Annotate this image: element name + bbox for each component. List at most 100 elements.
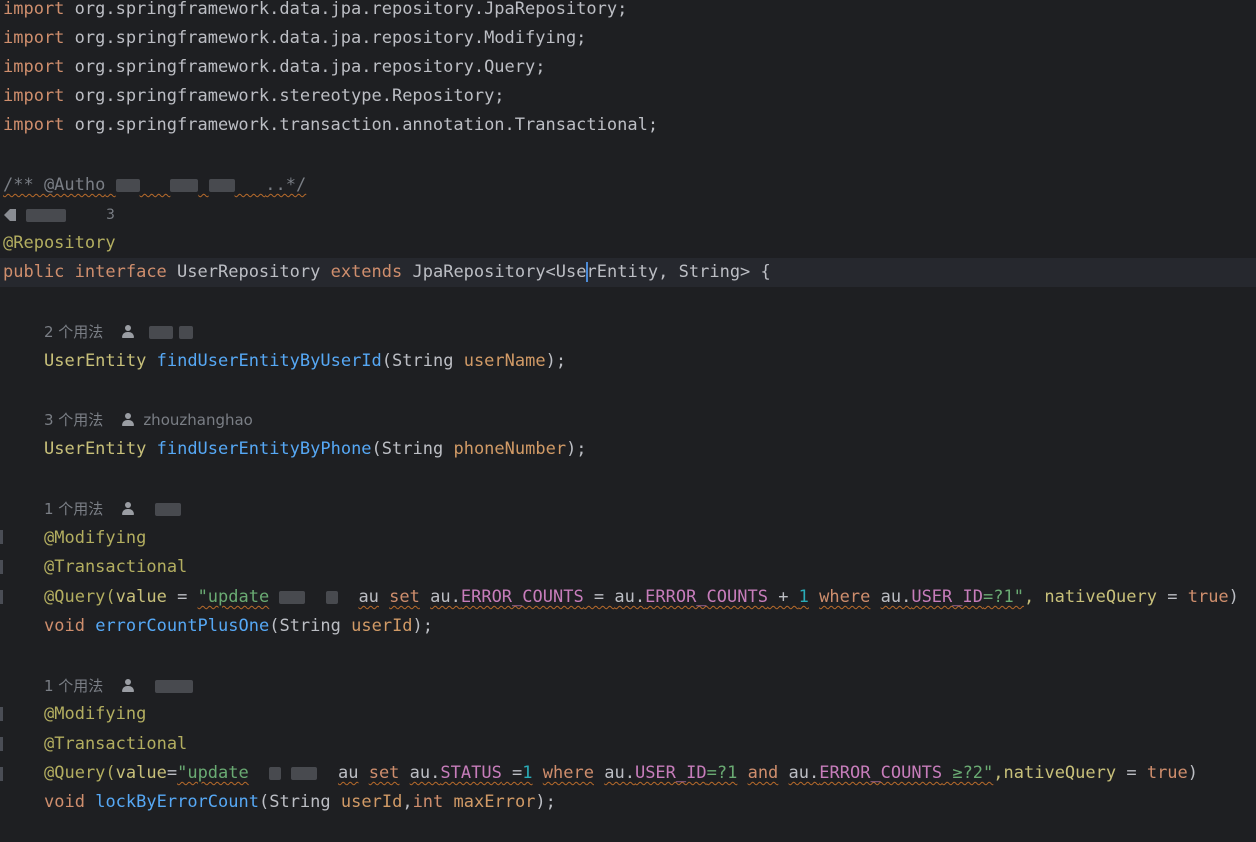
gutter-marker (0, 767, 3, 781)
import-line[interactable]: import org.springframework.data.jpa.repo… (3, 25, 586, 51)
sql-alias: au (337, 763, 359, 783)
param-type: String (381, 439, 444, 459)
annotation-transactional[interactable]: @Transactional (44, 554, 187, 580)
equals: = (1157, 587, 1188, 607)
sql-where: where (542, 763, 594, 783)
method-declaration[interactable]: UserEntity findUserEntityByPhone(String … (44, 436, 587, 462)
method-declaration[interactable]: void lockByErrorCount(String userId,int … (44, 789, 556, 815)
usage-hint[interactable]: 3 个用法 zhouzhanghao (44, 408, 253, 432)
import-line[interactable]: import org.springframework.stereotype.Re… (3, 83, 505, 109)
sql-column: ERROR_COUNTS (819, 763, 943, 783)
sql-where: where (819, 587, 871, 607)
sql-column: STATUS (440, 763, 502, 783)
sql-string: "update au set au.ERROR_COUNTS = au.ERRO… (198, 587, 1024, 607)
param-name: maxError (453, 792, 536, 812)
usage-count: 1 个用法 (44, 677, 104, 695)
method-name: findUserEntityByUserId (156, 351, 382, 371)
query-value-key: value (115, 587, 167, 607)
code-editor[interactable]: import org.springframework.data.jpa.repo… (0, 0, 1256, 842)
annotation-modifying[interactable]: @Modifying (44, 525, 146, 551)
obscured-text (170, 178, 199, 192)
param-type: String (269, 792, 331, 812)
person-icon (121, 325, 135, 339)
native-query-value: true (1146, 763, 1188, 783)
gutter-marker (0, 560, 3, 574)
obscured-text (115, 178, 140, 192)
usage-count: 3 个用法 (44, 411, 104, 429)
obscured-author (26, 208, 66, 222)
blame-hint[interactable]: 3 (4, 205, 115, 225)
sql-number: 1 (522, 763, 533, 783)
sql-set: set (368, 763, 400, 783)
import-line[interactable]: import org.springframework.transaction.a… (3, 112, 658, 138)
close-paren: ); (566, 439, 587, 459)
obscured-author (149, 325, 174, 339)
keyword-extends: extends (330, 262, 403, 282)
person-icon (121, 502, 135, 516)
obscured-table (325, 590, 338, 604)
equals: = (166, 587, 198, 607)
author-arrow-icon (4, 209, 16, 221)
sql-update: "update (177, 763, 249, 783)
blame-count: 3 (106, 207, 115, 223)
method-declaration[interactable]: void errorCountPlusOne(String userId); (44, 613, 433, 639)
gutter-marker (0, 737, 3, 751)
keyword: import (3, 86, 65, 106)
sql-update: "update (197, 587, 270, 607)
native-query-key: ,nativeQuery (993, 763, 1117, 783)
annotation-repository[interactable]: @Repository (3, 230, 116, 256)
query-value-key: value (115, 763, 167, 783)
doc-comment-start: /** @Autho (3, 175, 106, 195)
obscured-author (179, 325, 194, 339)
param-name: userId (340, 792, 403, 812)
obscured-table (269, 766, 282, 780)
sql-and: and (747, 763, 779, 783)
return-type: UserEntity (44, 351, 147, 371)
keyword: import (3, 28, 65, 48)
sql-alias-ref: au. (409, 763, 441, 783)
param-type: int (412, 792, 444, 812)
sql-string: "update au set au.STATUS =1 where au.USE… (177, 763, 993, 783)
annotation-query[interactable]: @Query(value="update au set au.STATUS =1… (44, 760, 1198, 786)
method-declaration[interactable]: UserEntity findUserEntityByUserId(String… (44, 348, 566, 374)
keyword: import (3, 57, 65, 77)
sql-number: 1 (798, 587, 809, 607)
return-type: UserEntity (44, 439, 147, 459)
param-name: phoneNumber (453, 439, 567, 459)
comma: , (402, 792, 413, 812)
author-name: zhouzhanghao (143, 411, 253, 429)
keyword: import (3, 115, 65, 135)
usage-hint[interactable]: 2 个用法 (44, 320, 194, 344)
method-name: lockByErrorCount (95, 792, 259, 812)
sql-op: + (767, 587, 799, 607)
usage-count: 2 个用法 (44, 323, 104, 341)
gutter-marker (0, 590, 3, 604)
sql-alias-ref: au. (880, 587, 912, 607)
annotation-query[interactable]: @Query(value = "update au set au.ERROR_C… (44, 584, 1239, 610)
close-paren: ); (412, 616, 434, 636)
import-line[interactable]: import org.springframework.data.jpa.repo… (3, 54, 545, 80)
interface-declaration[interactable]: public interface UserRepository extends … (3, 259, 771, 285)
obscured-text (208, 178, 235, 192)
sql-param: =?1 (706, 763, 738, 783)
annotation-transactional[interactable]: @Transactional (44, 731, 187, 757)
sql-alias-ref: au. (430, 587, 461, 607)
usage-hint[interactable]: 1 个用法 (44, 497, 182, 521)
usage-hint[interactable]: 1 个用法 (44, 674, 194, 698)
entity-type-part: Use (555, 262, 587, 282)
annotation-modifying[interactable]: @Modifying (44, 701, 146, 727)
equals: = (1116, 763, 1147, 783)
sql-tail: =?1" (982, 587, 1024, 607)
close-paren: ) (1228, 587, 1239, 607)
sql-set: set (389, 587, 420, 607)
method-name: findUserEntityByPhone (156, 439, 372, 459)
doc-comment[interactable]: /** @Autho ..*/ (3, 172, 306, 198)
close-paren: ) (1187, 763, 1199, 783)
import-line[interactable]: import org.springframework.data.jpa.repo… (3, 0, 627, 22)
sql-op: = (583, 587, 615, 607)
sql-alias-ref: au. (604, 763, 635, 783)
return-type: void (44, 792, 85, 812)
keyword-interface: interface (74, 262, 167, 282)
obscured-table (291, 766, 318, 780)
sql-alias: au (358, 587, 379, 607)
